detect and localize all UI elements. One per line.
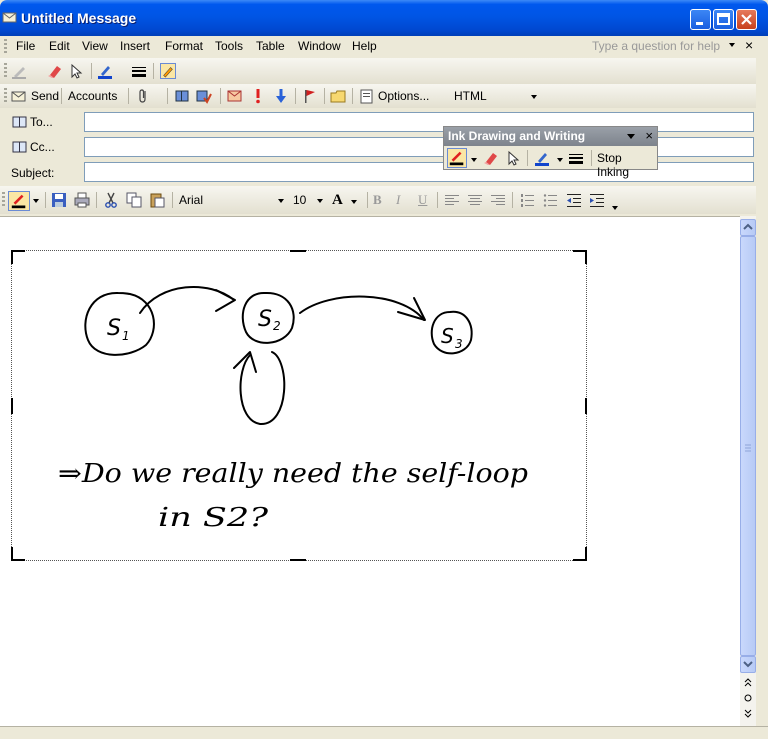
pen-icon[interactable] xyxy=(447,148,467,168)
stop-inking-button[interactable]: Stop Inking xyxy=(597,151,657,179)
select-pointer-icon[interactable] xyxy=(505,150,521,166)
line-weight-icon[interactable] xyxy=(568,150,584,166)
arrow-s2-to-s3 xyxy=(299,295,425,321)
svg-text:1: 1 xyxy=(122,329,130,343)
state-s3-label: S xyxy=(441,324,454,348)
toolbar-separator xyxy=(591,150,592,166)
highlighter-dropdown-arrow-icon[interactable] xyxy=(557,158,563,162)
ink-panel-title: Ink Drawing and Writing xyxy=(448,129,586,143)
ink-note-line1: ⇒Do we really need the self-loop xyxy=(58,459,528,489)
status-bar xyxy=(0,726,768,739)
panel-menu-arrow-icon[interactable] xyxy=(627,134,635,139)
state-s1-label: S xyxy=(107,316,121,341)
window-right-frame xyxy=(756,36,768,739)
state-s2-label: S xyxy=(258,307,272,332)
ink-note-line2: in S2? xyxy=(158,503,269,533)
scroll-up-button[interactable] xyxy=(740,219,756,236)
ink-panel-close-button[interactable]: × xyxy=(645,128,653,143)
outlook-message-window: Untitled Message File Edit View Insert F… xyxy=(0,0,768,739)
highlighter-icon[interactable] xyxy=(534,150,550,166)
ink-panel-title-bar[interactable]: Ink Drawing and Writing × xyxy=(444,127,657,146)
select-browse-object-icon[interactable] xyxy=(740,690,756,707)
toolbar-separator xyxy=(527,150,528,166)
pen-dropdown-arrow-icon[interactable] xyxy=(471,158,477,162)
next-object-icon[interactable] xyxy=(740,706,756,723)
ink-sketch: S 1 S 2 S 3 ⇒Do we really need the self-… xyxy=(58,286,528,533)
svg-text:3: 3 xyxy=(455,337,463,351)
scroll-down-button[interactable] xyxy=(740,656,756,673)
eraser-icon[interactable] xyxy=(482,150,498,166)
self-loop-s2 xyxy=(239,351,286,426)
scroll-thumb[interactable] xyxy=(740,236,756,656)
svg-text:2: 2 xyxy=(273,319,281,333)
previous-object-icon[interactable] xyxy=(740,674,756,691)
ink-drawing-toolbar-panel[interactable]: Ink Drawing and Writing × Stop Inking xyxy=(443,126,658,179)
